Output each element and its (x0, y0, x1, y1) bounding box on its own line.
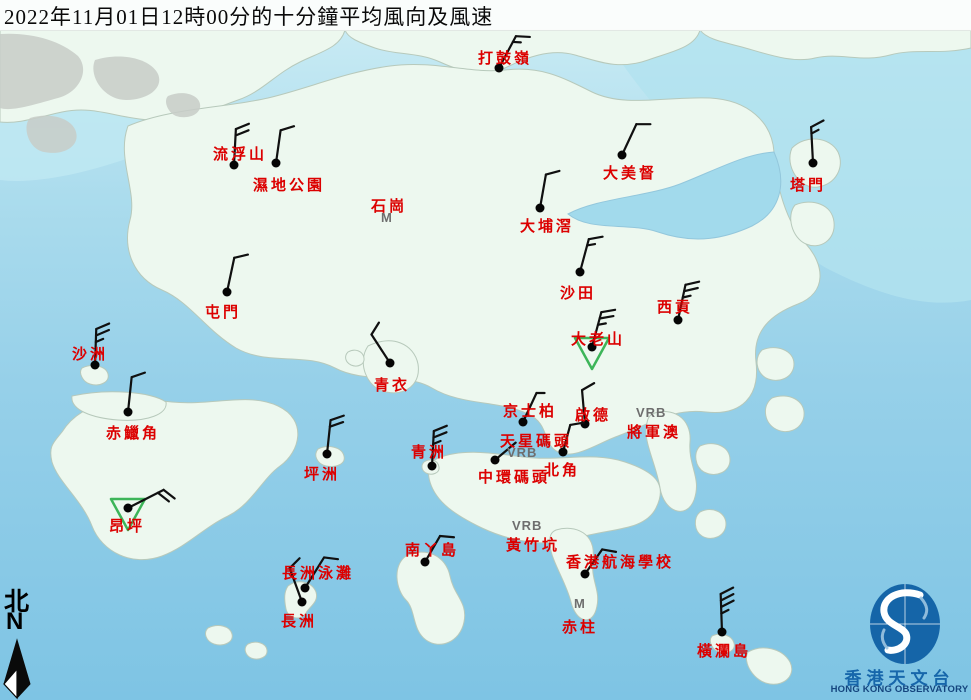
missing-data-marker: M (381, 210, 393, 225)
variable-wind-marker: VRB (636, 405, 666, 420)
station-label: 黃竹坑 (506, 534, 560, 555)
station-label: 沙田 (560, 282, 596, 303)
station-label: 中環碼頭 (478, 466, 550, 487)
hko-logo: 香港天文台 HONG KONG OBSERVATORY (828, 584, 971, 700)
station-label: 大埔滘 (520, 215, 574, 236)
land-ma-wan (346, 350, 364, 366)
variable-wind-marker: VRB (507, 445, 537, 460)
variable-wind-marker: VRB (512, 518, 542, 533)
station-label: 大老山 (571, 328, 625, 349)
title-bar: 2022年11月01日12時00分的十分鐘平均風向及風速 (0, 0, 971, 31)
station-label: 坪洲 (304, 463, 340, 484)
station-dot (576, 268, 585, 277)
station-label: 西貢 (657, 296, 693, 317)
station-dot (618, 151, 627, 160)
station-dot (272, 159, 281, 168)
land-sk-island-2 (765, 396, 804, 432)
station-dot (301, 584, 310, 593)
station-label: 大美督 (603, 162, 657, 183)
station-label: 赤鱲角 (106, 422, 160, 443)
station-label: 啟德 (575, 404, 611, 425)
compass-north-letter: N (6, 608, 23, 636)
missing-data-marker: M (574, 596, 586, 611)
station-label: 昂坪 (109, 515, 145, 536)
station-label: 將軍澳 (627, 421, 681, 442)
hko-logo-english: HONG KONG OBSERVATORY (828, 684, 971, 695)
compass: 北 N (0, 582, 40, 700)
station-dot (536, 204, 545, 213)
station-dot (809, 159, 818, 168)
land-tung-lung (695, 510, 726, 539)
station-dot (223, 288, 232, 297)
wind-map-screen: 2022年11月01日12時00分的十分鐘平均風向及風速 打鼓嶺流浮山濕地公園大… (0, 0, 971, 700)
station-label: 香港航海學校 (566, 551, 674, 572)
land-soko-2 (245, 642, 267, 659)
station-label: 沙洲 (72, 343, 108, 364)
station-label: 長洲 (281, 610, 317, 631)
station-dot (386, 359, 395, 368)
station-label: 青衣 (374, 374, 410, 395)
station-dot (718, 628, 727, 637)
station-dot (323, 450, 332, 459)
land-soko-1 (206, 626, 233, 645)
station-label: 橫瀾島 (697, 640, 751, 661)
station-label: 青洲 (411, 441, 447, 462)
land-sk-island-3 (696, 444, 730, 475)
station-dot (428, 462, 437, 471)
station-label: 南丫島 (405, 539, 459, 560)
map-canvas (0, 0, 971, 700)
land-sk-island-1 (757, 348, 794, 381)
station-label: 京士柏 (503, 400, 557, 421)
station-label: 塔門 (790, 174, 826, 195)
station-label: 屯門 (205, 301, 241, 322)
station-dot (124, 408, 133, 417)
station-label: 赤柱 (562, 616, 598, 637)
station-label: 流浮山 (213, 143, 267, 164)
station-label: 濕地公園 (253, 174, 325, 195)
station-dot (124, 504, 133, 513)
station-dot (298, 598, 307, 607)
map-title: 2022年11月01日12時00分的十分鐘平均風向及風速 (4, 1, 493, 31)
station-label: 打鼓嶺 (478, 47, 532, 68)
station-label: 長洲泳灘 (282, 562, 354, 583)
station-dot (491, 456, 500, 465)
